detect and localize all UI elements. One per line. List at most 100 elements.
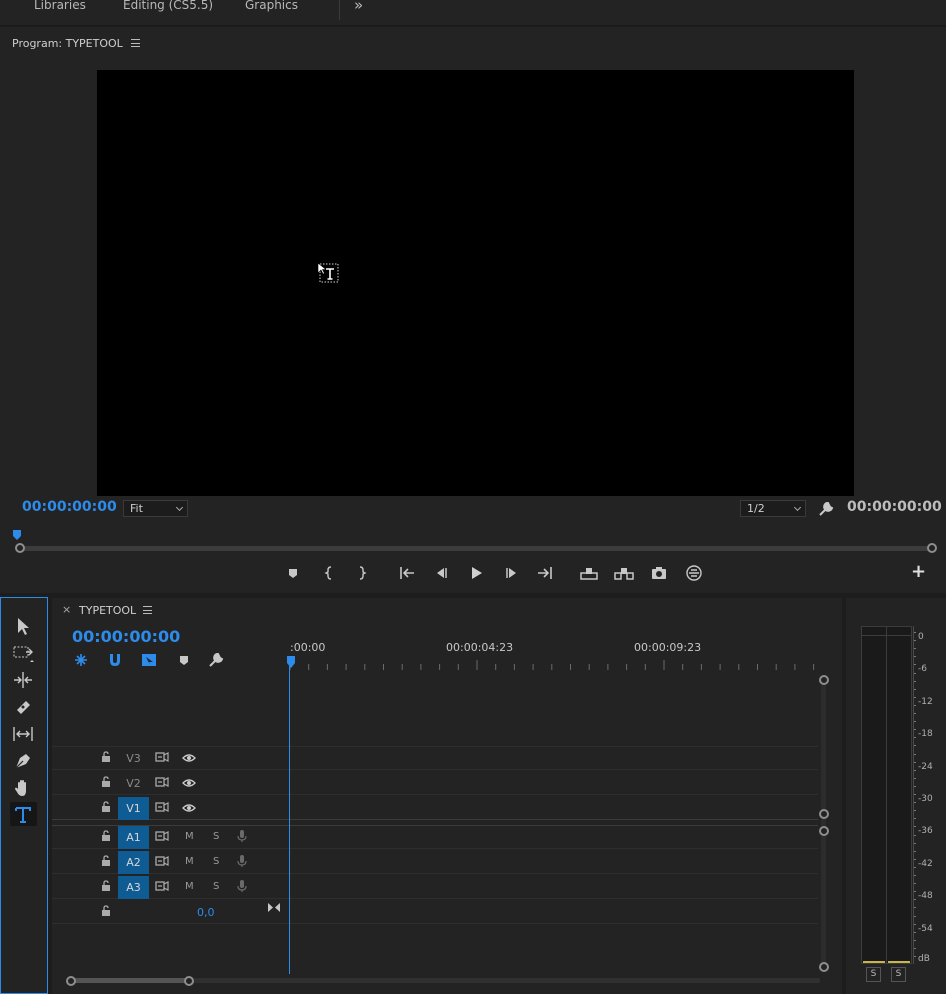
timeline-settings-wrench-icon[interactable] xyxy=(208,652,224,668)
timeline-vertical-scrollbar[interactable] xyxy=(821,680,826,968)
panel-menu-icon[interactable] xyxy=(131,39,140,47)
type-tool-icon[interactable] xyxy=(12,804,34,826)
lock-icon[interactable] xyxy=(101,830,111,841)
lock-icon[interactable] xyxy=(101,905,111,916)
go-to-master-icon[interactable] xyxy=(267,902,281,913)
slip-tool-icon[interactable] xyxy=(12,723,34,745)
time-ruler[interactable] xyxy=(288,660,818,670)
lock-icon[interactable] xyxy=(101,855,111,866)
db-label: -6 xyxy=(918,664,927,674)
resolution-dropdown[interactable]: 1/2 xyxy=(740,500,806,517)
hscroll-left-handle[interactable] xyxy=(66,976,76,986)
timeline-playhead-icon[interactable] xyxy=(286,656,296,668)
program-playhead-timecode[interactable]: 00:00:00:00 xyxy=(22,499,117,515)
program-monitor-title[interactable]: Program: TYPETOOL xyxy=(12,37,123,50)
db-scale-line xyxy=(913,626,914,964)
sync-lock-icon[interactable] xyxy=(155,831,169,841)
meter-level-right xyxy=(888,961,910,963)
track-label-a3[interactable]: A3 xyxy=(118,876,149,899)
track-label-a1[interactable]: A1 xyxy=(118,826,149,849)
extract-button[interactable] xyxy=(613,564,635,582)
sync-lock-icon[interactable] xyxy=(155,856,169,866)
step-forward-button[interactable] xyxy=(503,564,521,582)
workspace-tab-editing[interactable]: Editing (CS5.5) xyxy=(123,0,213,12)
step-back-button[interactable] xyxy=(432,564,450,582)
track-label-v1[interactable]: V1 xyxy=(118,797,149,820)
snap-icon[interactable] xyxy=(107,652,123,668)
microphone-icon[interactable] xyxy=(237,854,247,868)
track-select-tool-icon[interactable] xyxy=(12,642,34,664)
vscroll-top-handle[interactable] xyxy=(819,675,829,685)
db-label: 0 xyxy=(918,632,924,642)
add-marker-button[interactable] xyxy=(284,564,302,582)
workspace-divider xyxy=(339,0,340,20)
timeline-menu-icon[interactable] xyxy=(143,606,152,614)
selection-tool-icon[interactable] xyxy=(12,615,34,637)
play-button[interactable] xyxy=(467,564,485,582)
vscroll-video-handle[interactable] xyxy=(819,809,829,819)
workspace-overflow-icon[interactable]: » xyxy=(354,0,363,14)
meter-channel-divider xyxy=(886,627,887,963)
camera-icon[interactable] xyxy=(650,564,668,582)
sync-lock-icon[interactable] xyxy=(155,752,169,762)
solo-button[interactable]: S xyxy=(213,831,219,842)
add-button[interactable]: + xyxy=(911,561,926,582)
workspace-tab-libraries[interactable]: Libraries xyxy=(34,0,86,12)
close-sequence-icon[interactable]: × xyxy=(62,603,71,616)
solo-button[interactable]: S xyxy=(213,856,219,867)
scrub-start-handle[interactable] xyxy=(15,543,25,553)
hand-tool-icon[interactable] xyxy=(12,777,34,799)
track-area[interactable] xyxy=(52,672,818,974)
master-volume-value[interactable]: 0,0 xyxy=(197,906,215,919)
track-label-a2[interactable]: A2 xyxy=(118,851,149,874)
microphone-icon[interactable] xyxy=(237,879,247,893)
go-to-out-button[interactable] xyxy=(536,564,554,582)
eye-icon[interactable] xyxy=(182,803,196,813)
scrub-end-handle[interactable] xyxy=(927,543,937,553)
meter-solo-right-button[interactable]: S xyxy=(891,967,906,982)
eye-icon[interactable] xyxy=(182,753,196,763)
db-label: -54 xyxy=(918,924,933,934)
lift-button[interactable] xyxy=(579,564,599,582)
pen-tool-icon[interactable] xyxy=(12,750,34,772)
solo-button[interactable]: S xyxy=(213,881,219,892)
program-scrub-bar[interactable] xyxy=(20,546,932,551)
eye-icon[interactable] xyxy=(182,778,196,788)
sync-lock-icon[interactable] xyxy=(155,777,169,787)
mute-button[interactable]: M xyxy=(185,831,194,842)
mute-button[interactable]: M xyxy=(185,856,194,867)
comparison-view-button[interactable] xyxy=(685,564,703,582)
timeline-playhead-line[interactable] xyxy=(289,664,290,974)
track-label-v3[interactable]: V3 xyxy=(118,747,149,770)
zoom-dropdown[interactable]: Fit xyxy=(123,500,188,517)
lock-icon[interactable] xyxy=(101,751,111,762)
hscroll-thumb[interactable] xyxy=(70,978,190,983)
video-frame[interactable] xyxy=(97,70,854,496)
microphone-icon[interactable] xyxy=(237,829,247,843)
mark-out-button[interactable] xyxy=(353,564,371,582)
sync-lock-icon[interactable] xyxy=(155,881,169,891)
vscroll-audio-handle[interactable] xyxy=(819,826,829,836)
nest-icon[interactable] xyxy=(73,652,89,668)
timeline-timecode[interactable]: 00:00:00:00 xyxy=(72,627,180,646)
timeline-marker-icon[interactable] xyxy=(176,652,192,668)
vscroll-bottom-handle[interactable] xyxy=(819,962,829,972)
linked-selection-icon[interactable] xyxy=(141,652,157,668)
workspace-tab-graphics[interactable]: Graphics xyxy=(245,0,298,12)
go-to-in-button[interactable] xyxy=(398,564,416,582)
lock-icon[interactable] xyxy=(101,880,111,891)
mini-playhead-icon[interactable] xyxy=(12,530,22,540)
wrench-icon[interactable] xyxy=(818,501,834,517)
hscroll-right-handle[interactable] xyxy=(184,976,194,986)
track-label-v2[interactable]: V2 xyxy=(118,772,149,795)
mute-button[interactable]: M xyxy=(185,881,194,892)
sync-lock-icon[interactable] xyxy=(155,802,169,812)
track-row-master xyxy=(52,900,818,924)
mark-in-button[interactable] xyxy=(320,564,338,582)
sequence-tab-title[interactable]: TYPETOOL xyxy=(79,604,136,617)
lock-icon[interactable] xyxy=(101,776,111,787)
ripple-edit-tool-icon[interactable] xyxy=(12,669,34,691)
meter-solo-left-button[interactable]: S xyxy=(866,967,881,982)
razor-tool-icon[interactable] xyxy=(12,696,34,718)
lock-icon[interactable] xyxy=(101,801,111,812)
